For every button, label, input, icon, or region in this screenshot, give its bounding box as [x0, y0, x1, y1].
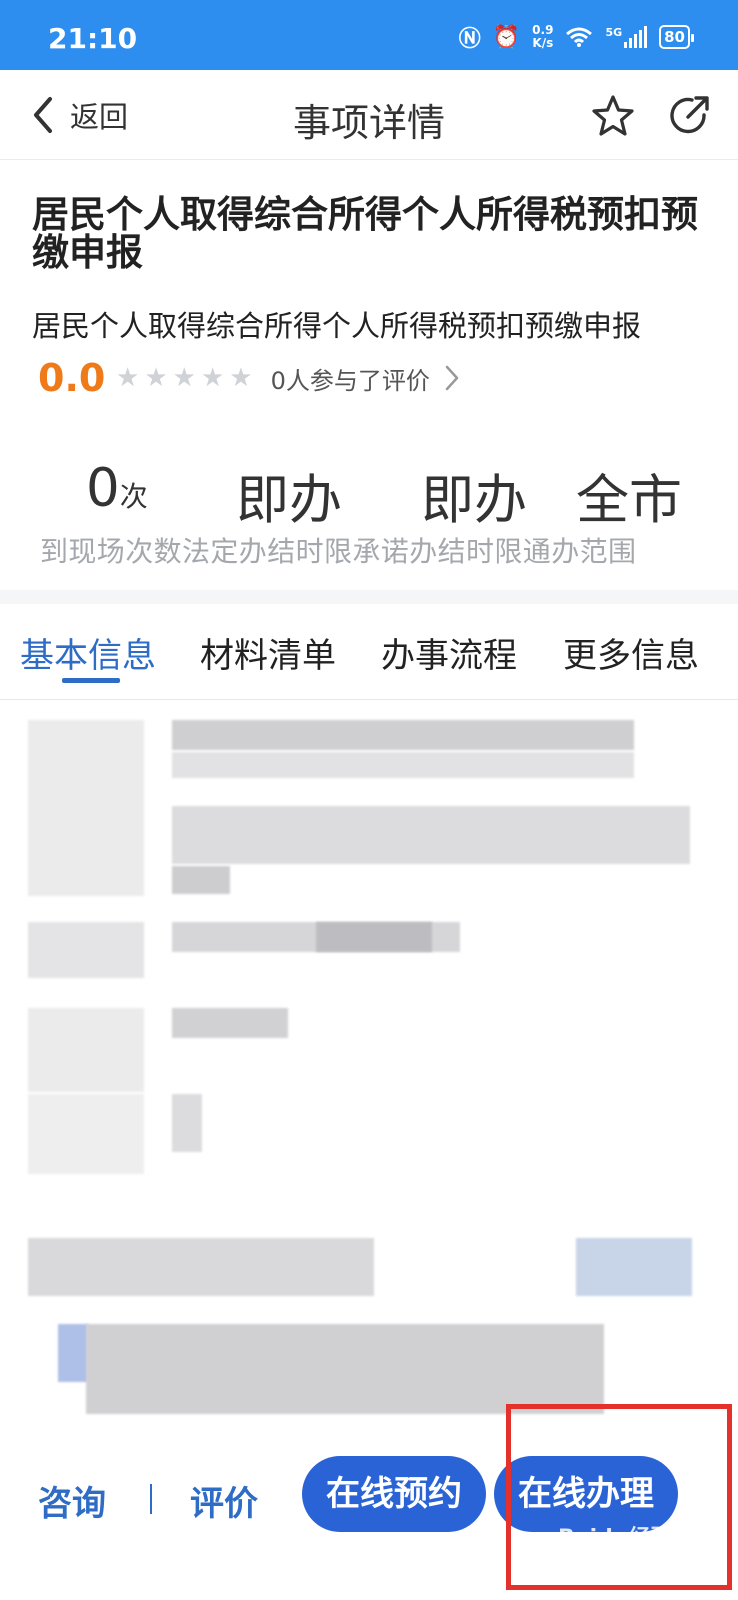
- status-time: 21:10: [48, 22, 138, 55]
- stat-visits: 0次: [86, 458, 148, 524]
- tab-more-info[interactable]: 更多信息: [563, 628, 699, 677]
- battery-icon: 80: [659, 25, 694, 49]
- rating-score: 0.0: [38, 356, 106, 400]
- watermark-url: jingyan.baidu.com: [590, 1556, 701, 1570]
- favorite-star-icon[interactable]: [590, 93, 636, 139]
- star-icon: ★: [116, 363, 140, 393]
- star-icon: ★: [200, 363, 225, 393]
- network-type-label: 5G: [605, 26, 623, 39]
- tab-bar: 基本信息 材料清单 办事流程 更多信息: [0, 604, 738, 700]
- stat-visits-unit: 次: [119, 480, 148, 513]
- cellular-signal: 5G: [605, 26, 648, 48]
- star-icon: ★: [144, 363, 168, 393]
- tab-process[interactable]: 办事流程: [381, 628, 517, 677]
- tab-materials[interactable]: 材料清单: [200, 628, 336, 677]
- rating-row[interactable]: 0.0 ★ ★ ★ ★ ★ 0人参与了评价: [38, 356, 460, 400]
- star-icon: ★: [229, 363, 253, 393]
- tab-basic-info[interactable]: 基本信息: [20, 628, 156, 677]
- page: 21:10 Ⓝ ⏰ 0.9 K/s 5G 80 返回 事项详情 居民个人取得综合…: [0, 0, 738, 1600]
- active-tab-indicator: [62, 678, 120, 683]
- item-subtitle: 居民个人取得综合所得个人所得税预扣预缴申报: [32, 309, 642, 343]
- alarm-icon: ⏰: [492, 24, 521, 50]
- chevron-right-icon: [445, 365, 459, 391]
- stat-visits-value: 0: [86, 458, 120, 519]
- bottom-divider: [150, 1484, 152, 1514]
- watermark: Baidu经验: [558, 1526, 673, 1551]
- section-divider: [0, 590, 738, 604]
- stat-scope-value: 全市: [576, 470, 682, 531]
- rating-count-text: 0人参与了评价: [270, 366, 430, 395]
- star-icon: ★: [172, 363, 196, 393]
- network-speed: 0.9 K/s: [532, 24, 553, 50]
- nav-bar: 返回 事项详情: [0, 70, 738, 160]
- share-icon[interactable]: [666, 93, 712, 139]
- network-speed-unit: K/s: [532, 36, 554, 50]
- stat-legal-limit: 即办: [236, 458, 342, 531]
- review-link[interactable]: 评价: [190, 1476, 258, 1525]
- nfc-icon: Ⓝ: [458, 27, 481, 52]
- status-icons: Ⓝ ⏰ 0.9 K/s 5G 80: [458, 22, 694, 52]
- battery-level: 80: [664, 28, 685, 46]
- stat-legal-limit-value: 即办: [236, 470, 342, 531]
- stat-scope: 全市: [576, 458, 682, 531]
- consult-link[interactable]: 咨询: [38, 1476, 106, 1525]
- wifi-icon: [566, 27, 593, 47]
- stat-promised-limit: 即办: [421, 458, 527, 531]
- online-appointment-button[interactable]: 在线预约: [302, 1456, 486, 1532]
- stat-promised-limit-value: 即办: [421, 470, 527, 531]
- status-bar: 21:10 Ⓝ ⏰ 0.9 K/s 5G 80: [0, 0, 738, 70]
- item-title: 居民个人取得综合所得个人所得税预扣预缴申报: [32, 193, 698, 274]
- stat-labels: 到现场次数法定办结时限承诺办结时限通办范围: [40, 535, 637, 568]
- blurred-content: [0, 702, 738, 1462]
- rating-stars: ★ ★ ★ ★ ★: [116, 363, 253, 393]
- signal-bars-icon: [624, 26, 648, 48]
